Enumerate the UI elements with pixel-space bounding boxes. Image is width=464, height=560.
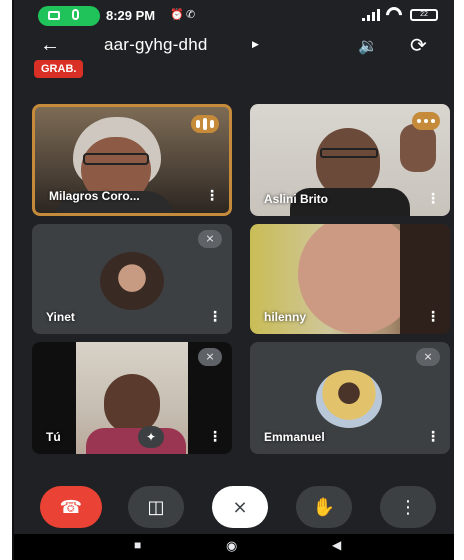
participant-tile[interactable]: ⨯ Emmanuel ⋮ (250, 342, 450, 454)
effects-icon[interactable]: ✦ (138, 426, 164, 448)
meet-screen: 8:29 PM ⏰ ✆ 22 ← aar-gyhg-dhd ▶ 🔉 ⟳ GRAB… (14, 0, 454, 560)
mic-off-icon: ⨯ (198, 348, 222, 366)
participant-tile[interactable]: ⨯ Yinet ⋮ (32, 224, 232, 334)
participant-name: Aslini Brito (264, 192, 329, 206)
battery-icon: 22 (410, 9, 438, 21)
mic-toggle-button[interactable]: ⨯ (212, 486, 268, 528)
more-vert-icon[interactable]: ⋮ (208, 428, 222, 445)
end-call-button[interactable]: ☎ (40, 486, 102, 528)
participant-tile[interactable]: Aslini Brito ⋮ (250, 104, 450, 216)
alarm-icon: ⏰ (170, 9, 184, 21)
self-view-tile[interactable]: ⨯ ✦ Tú ⋮ (32, 342, 232, 454)
glasses (83, 153, 149, 165)
avatar (316, 370, 382, 428)
back-arrow-icon[interactable]: ← (40, 34, 60, 57)
mic-icon (72, 9, 79, 20)
status-time: 8:29 PM (106, 8, 156, 23)
hand-icon: ✋ (312, 497, 336, 517)
wifi-icon (382, 3, 406, 27)
participant-name: Tú (46, 430, 61, 444)
more-options-button[interactable]: ⋮ (380, 486, 436, 528)
more-vert-icon: ⋮ (399, 497, 417, 517)
left-border (0, 0, 14, 560)
participant-hair (400, 224, 450, 334)
video-icon (48, 11, 60, 20)
video-camera-icon: ◫ (147, 497, 165, 517)
glasses (320, 148, 378, 158)
participant-name: Yinet (46, 310, 75, 324)
meeting-header: ← aar-gyhg-dhd ▶ 🔉 ⟳ (14, 30, 454, 60)
status-bar: 8:29 PM ⏰ ✆ 22 (14, 0, 454, 30)
home-icon[interactable]: ◉ (226, 538, 237, 554)
whatsapp-icon: ✆ (186, 9, 196, 21)
raise-hand-button[interactable]: ✋ (296, 486, 352, 528)
mic-off-icon: ⨯ (198, 230, 222, 248)
mic-off-icon: ⨯ (232, 497, 248, 517)
recents-icon[interactable]: ■ (134, 538, 141, 552)
participant-tile[interactable]: hilenny ⋮ (250, 224, 450, 334)
waving-hand (400, 124, 436, 172)
more-vert-icon[interactable]: ⋮ (426, 190, 440, 207)
participant-name: Emmanuel (264, 430, 325, 444)
more-vert-icon[interactable]: ⋮ (426, 308, 440, 325)
participant-name: Milagros Coro... (49, 189, 140, 203)
call-controls: ☎ ◫ ⨯ ✋ ⋮ (14, 486, 454, 532)
recording-badge: GRAB. (34, 60, 84, 78)
avatar (100, 252, 164, 310)
meeting-code[interactable]: aar-gyhg-dhd (104, 35, 208, 55)
speaker-icon[interactable]: 🔉 (358, 36, 378, 56)
mic-off-icon: ⨯ (416, 348, 440, 366)
camera-toggle-button[interactable]: ◫ (128, 486, 184, 528)
caret-right-icon[interactable]: ▶ (252, 39, 259, 50)
more-vert-icon[interactable]: ⋮ (208, 308, 222, 325)
speaking-indicator-icon (412, 112, 440, 130)
screen-record-pill[interactable] (38, 6, 100, 26)
participant-tile[interactable]: Milagros Coro... ⋮ (32, 104, 232, 216)
participant-name: hilenny (264, 310, 307, 324)
participant-clothes (86, 428, 186, 454)
more-vert-icon[interactable]: ⋮ (426, 428, 440, 445)
more-vert-icon[interactable]: ⋮ (205, 187, 219, 204)
participant-face (104, 374, 160, 434)
phone-hangup-icon: ☎ (59, 497, 83, 517)
back-icon[interactable]: ◀ (332, 538, 341, 552)
switch-camera-icon[interactable]: ⟳ (410, 33, 427, 58)
signal-icon (362, 9, 380, 21)
android-nav-bar: ■ ◉ ◀ (14, 534, 454, 560)
speaking-indicator-icon (191, 115, 219, 133)
